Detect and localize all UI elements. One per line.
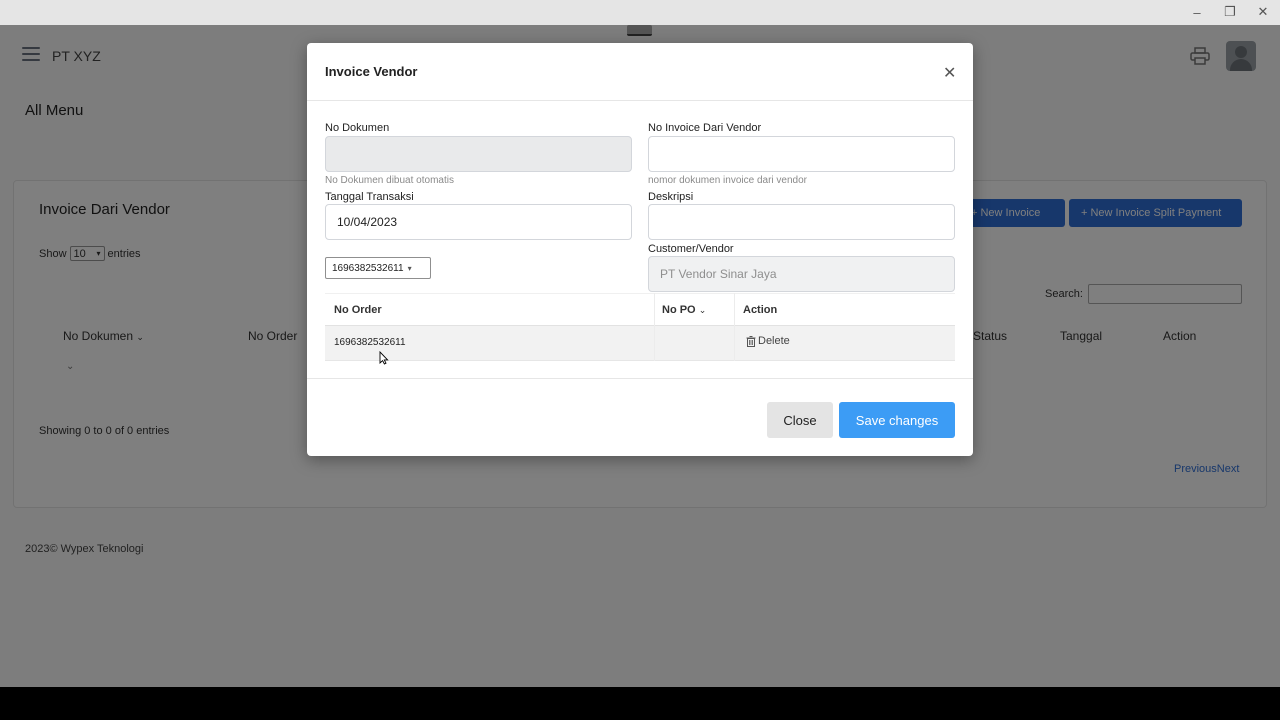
customer-vendor-field: PT Vendor Sinar Jaya xyxy=(648,256,955,292)
modal-title: Invoice Vendor xyxy=(325,64,418,79)
order-select[interactable]: 1696382532611 ▾ xyxy=(325,257,431,279)
close-button[interactable]: Close xyxy=(767,402,833,438)
order-table-header: No Order No PO ⌄ Action xyxy=(325,293,955,326)
table-row: 1696382532611 Delete xyxy=(325,326,955,361)
save-changes-button[interactable]: Save changes xyxy=(839,402,955,438)
mouse-cursor-icon xyxy=(379,351,389,365)
order-select-value: 1696382532611 xyxy=(332,262,404,274)
column-divider xyxy=(734,293,735,361)
modal-footer: Close Save changes xyxy=(307,378,973,456)
invoice-vendor-modal: Invoice Vendor ✕ No Dokumen No Dokumen d… xyxy=(307,43,973,456)
no-invoice-field[interactable] xyxy=(648,136,955,172)
window-close-button[interactable]: ✕ xyxy=(1251,2,1275,22)
delete-row-button[interactable]: Delete xyxy=(746,335,790,347)
column-no-order[interactable]: No Order xyxy=(334,304,382,316)
no-invoice-hint: nomor dokumen invoice dari vendor xyxy=(648,175,807,186)
window-minimize-button[interactable]: – xyxy=(1185,2,1209,22)
no-invoice-label: No Invoice Dari Vendor xyxy=(648,122,762,134)
chevron-down-icon: ⌄ xyxy=(698,305,707,315)
window-maximize-button[interactable]: ❐ xyxy=(1218,2,1242,22)
no-dokumen-label: No Dokumen xyxy=(325,122,390,134)
column-no-po[interactable]: No PO ⌄ xyxy=(662,304,706,316)
taskbar xyxy=(0,687,1280,720)
drag-handle-icon[interactable] xyxy=(627,25,652,36)
column-divider xyxy=(654,293,655,361)
row-no-order: 1696382532611 xyxy=(334,337,406,348)
deskripsi-field[interactable] xyxy=(648,204,955,240)
tanggal-transaksi-label: Tanggal Transaksi xyxy=(325,191,414,203)
order-table: No Order No PO ⌄ Action 1696382532611 De… xyxy=(325,293,955,361)
modal-header: Invoice Vendor ✕ xyxy=(307,43,973,101)
column-action: Action xyxy=(743,304,778,316)
deskripsi-label: Deskripsi xyxy=(648,191,694,203)
no-dokumen-field xyxy=(325,136,632,172)
tanggal-transaksi-field[interactable]: 10/04/2023 xyxy=(325,204,632,240)
trash-icon xyxy=(746,335,756,347)
customer-vendor-label: Customer/Vendor xyxy=(648,243,734,255)
window-titlebar: – ❐ ✕ xyxy=(0,0,1280,25)
close-icon[interactable]: ✕ xyxy=(943,63,956,83)
no-dokumen-hint: No Dokumen dibuat otomatis xyxy=(325,175,454,186)
chevron-down-icon: ▾ xyxy=(407,263,412,273)
